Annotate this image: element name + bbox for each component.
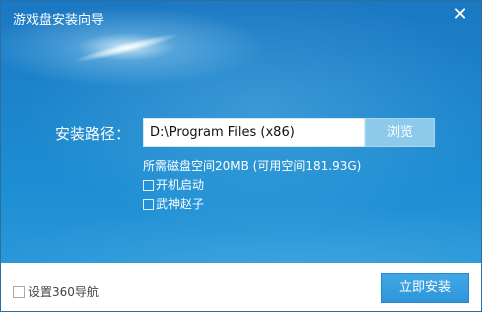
checkbox-icon[interactable] (143, 198, 154, 210)
option-game-label: 武神赵子 (156, 197, 205, 211)
option-autostart-label: 开机启动 (156, 178, 205, 192)
install-path-input[interactable] (143, 118, 365, 147)
window-title: 游戏盘安装向导 (13, 13, 105, 28)
footer-bar: 设置360导航 立即安装 (1, 263, 481, 311)
installer-window: 游戏盘安装向导 ✕ 安装路径： 浏览 所需磁盘空间20MB (可用空间181.9… (0, 0, 482, 312)
install-path-label: 安装路径： (55, 125, 131, 143)
option-autostart[interactable]: 开机启动 (143, 178, 204, 192)
disk-space-info: 所需磁盘空间20MB (可用空间181.93G) (143, 159, 362, 173)
checkbox-icon[interactable] (13, 285, 25, 298)
checkbox-icon[interactable] (143, 179, 154, 191)
option-game[interactable]: 武神赵子 (143, 197, 204, 211)
set-360-nav-option[interactable]: 设置360导航 (13, 283, 99, 300)
close-icon: ✕ (452, 4, 468, 25)
close-button[interactable]: ✕ (451, 6, 469, 24)
browse-button[interactable]: 浏览 (365, 118, 435, 147)
set-360-nav-label: 设置360导航 (28, 285, 99, 299)
install-now-button[interactable]: 立即安装 (381, 273, 469, 303)
